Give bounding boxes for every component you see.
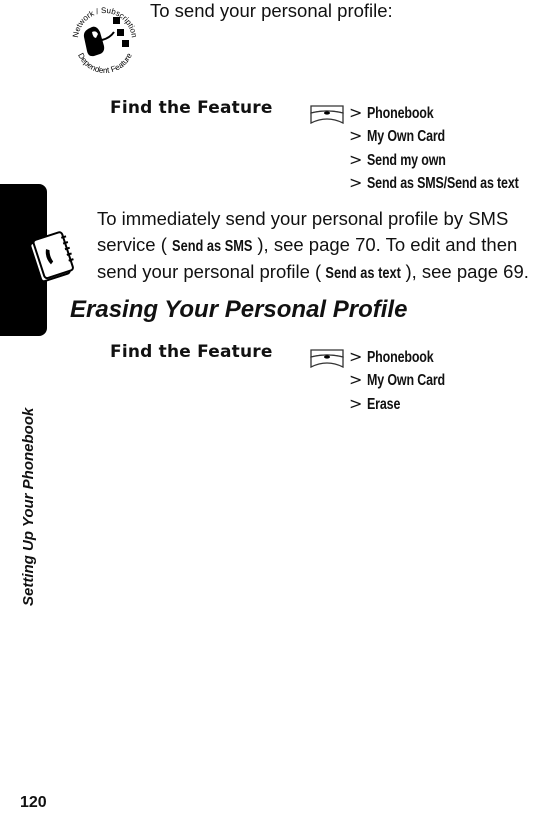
menu-item-my-own-card: My Own Card xyxy=(367,372,446,390)
path-separator: > xyxy=(349,370,363,390)
manual-page: Setting Up Your Phonebook 120 Network / … xyxy=(0,0,546,815)
svg-text:Dependent Feature: Dependent Feature xyxy=(76,51,134,74)
path-separator: > xyxy=(349,149,363,169)
menu-key-icon xyxy=(310,105,344,125)
path-step: > Send as SMS/Send as text xyxy=(349,171,546,194)
section-heading: Erasing Your Personal Profile xyxy=(70,296,408,323)
menu-item-my-own-card: My Own Card xyxy=(367,128,446,146)
path-step: > My Own Card xyxy=(349,368,467,391)
body-paragraph: To immediately send your personal profil… xyxy=(97,206,546,287)
phonebook-icon xyxy=(29,231,74,283)
menu-item-phonebook: Phonebook xyxy=(367,105,434,122)
inline-command-send-as-sms: Send as SMS xyxy=(171,237,253,255)
path-separator: > xyxy=(349,126,363,146)
intro-text: To send your personal profile: xyxy=(150,0,393,21)
path-step: > Phonebook xyxy=(349,345,467,368)
inline-command-send-as-text: Send as text xyxy=(325,265,402,282)
path-separator: > xyxy=(349,172,363,192)
menu-item-send-as-sms-text: Send as SMS/Send as text xyxy=(367,174,520,192)
path-separator: > xyxy=(349,393,363,413)
path-step: > Erase xyxy=(349,392,467,415)
find-the-feature-label: Find the Feature xyxy=(110,98,273,118)
menu-item-phonebook: Phonebook xyxy=(367,349,434,366)
paragraph-text: ), see page 69. xyxy=(405,261,529,282)
menu-key-icon xyxy=(310,349,344,369)
menu-item-send-my-own: Send my own xyxy=(367,151,447,169)
path-step: > My Own Card xyxy=(349,124,546,147)
path-step: > Phonebook xyxy=(349,101,546,124)
find-the-feature-label: Find the Feature xyxy=(110,342,273,362)
network-subscription-dependent-feature-icon: Network / Subscription Dependent Feature xyxy=(71,6,139,74)
feature-path-send-profile: > Phonebook > My Own Card > Send my own > Se… xyxy=(349,101,546,194)
path-step: > Send my own xyxy=(349,148,546,171)
section-label: Setting Up Your Phonebook xyxy=(20,407,37,606)
menu-item-erase: Erase xyxy=(367,395,401,413)
path-separator: > xyxy=(349,347,363,366)
path-separator: > xyxy=(349,103,363,122)
svg-text:Network / Subscription: Network / Subscription xyxy=(71,6,139,38)
feature-path-erase-profile: > Phonebook > My Own Card > Erase xyxy=(349,345,467,415)
page-number: 120 xyxy=(20,794,47,811)
